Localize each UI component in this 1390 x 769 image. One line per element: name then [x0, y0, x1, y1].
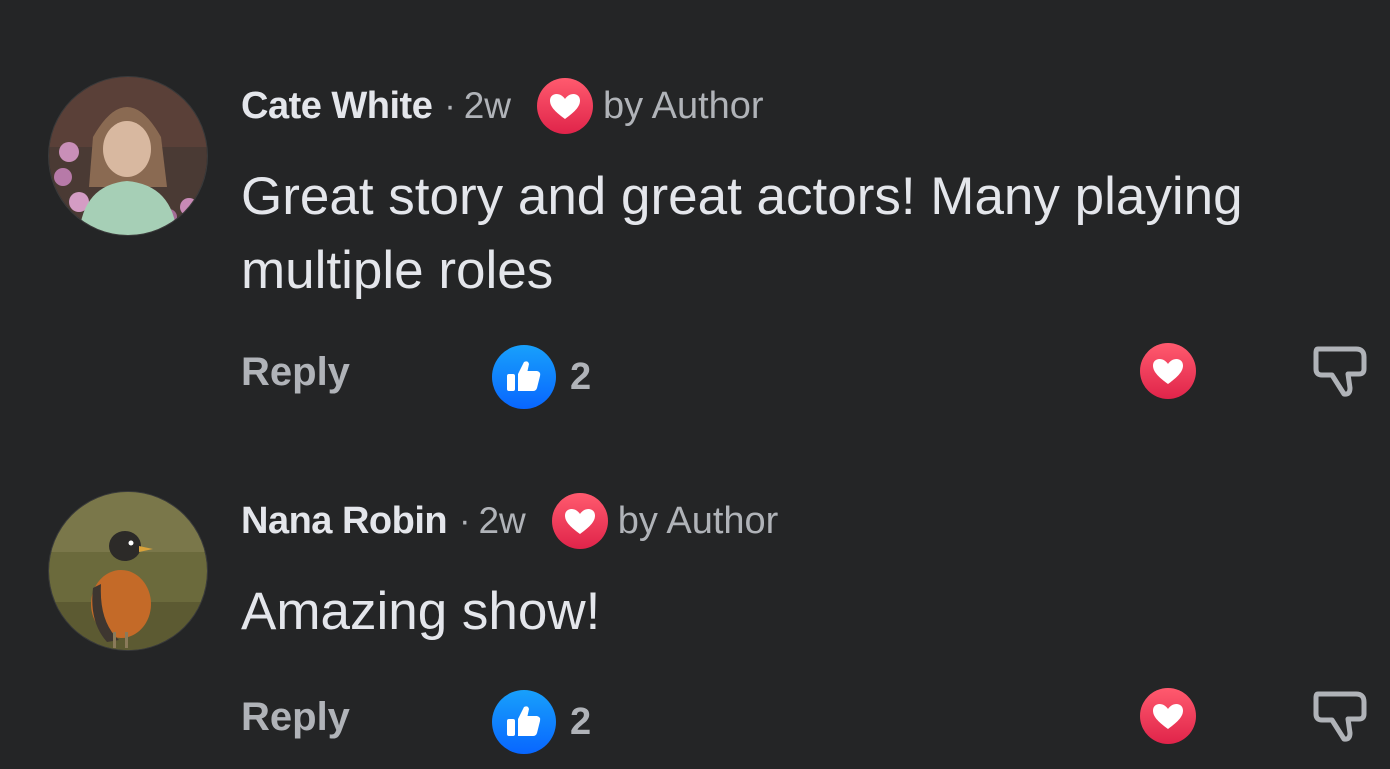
reaction-summary[interactable]: 2 — [492, 690, 591, 754]
reaction-count: 2 — [570, 355, 592, 398]
author-reaction-label: by Author — [617, 499, 779, 542]
thumbs-up-icon — [492, 690, 556, 754]
comment-header: Cate White · 2w by Author — [241, 78, 764, 134]
heart-icon[interactable] — [1140, 688, 1196, 744]
avatar-image — [49, 77, 207, 235]
avatar[interactable] — [48, 76, 208, 236]
heart-icon — [551, 493, 608, 549]
reaction-count: 2 — [570, 700, 592, 743]
separator-dot: · — [444, 86, 456, 125]
comment-header: Nana Robin · 2w by Author — [241, 493, 779, 549]
comment-actions: Reply 2 — [0, 685, 1390, 757]
timestamp[interactable]: 2w — [478, 500, 525, 542]
heart-icon — [537, 78, 593, 134]
thumbs-up-icon — [492, 345, 556, 409]
comment-actions: Reply 2 — [0, 340, 1390, 412]
reply-button[interactable]: Reply — [241, 350, 350, 395]
heart-icon[interactable] — [1140, 343, 1196, 399]
reaction-summary[interactable]: 2 — [492, 345, 591, 409]
author-reaction-label: by Author — [603, 84, 764, 127]
reply-button[interactable]: Reply — [241, 695, 350, 740]
thumbs-down-icon[interactable] — [1310, 685, 1372, 747]
avatar[interactable] — [48, 491, 208, 651]
thumbs-down-icon[interactable] — [1310, 340, 1372, 402]
author-name[interactable]: Nana Robin — [241, 500, 448, 543]
avatar-image — [49, 492, 207, 650]
author-name[interactable]: Cate White — [241, 85, 433, 128]
timestamp[interactable]: 2w — [464, 85, 511, 127]
separator-dot: · — [459, 501, 471, 540]
comment-text: Great story and great actors! Many playi… — [241, 167, 1243, 300]
comment-text: Amazing show! — [241, 582, 601, 641]
